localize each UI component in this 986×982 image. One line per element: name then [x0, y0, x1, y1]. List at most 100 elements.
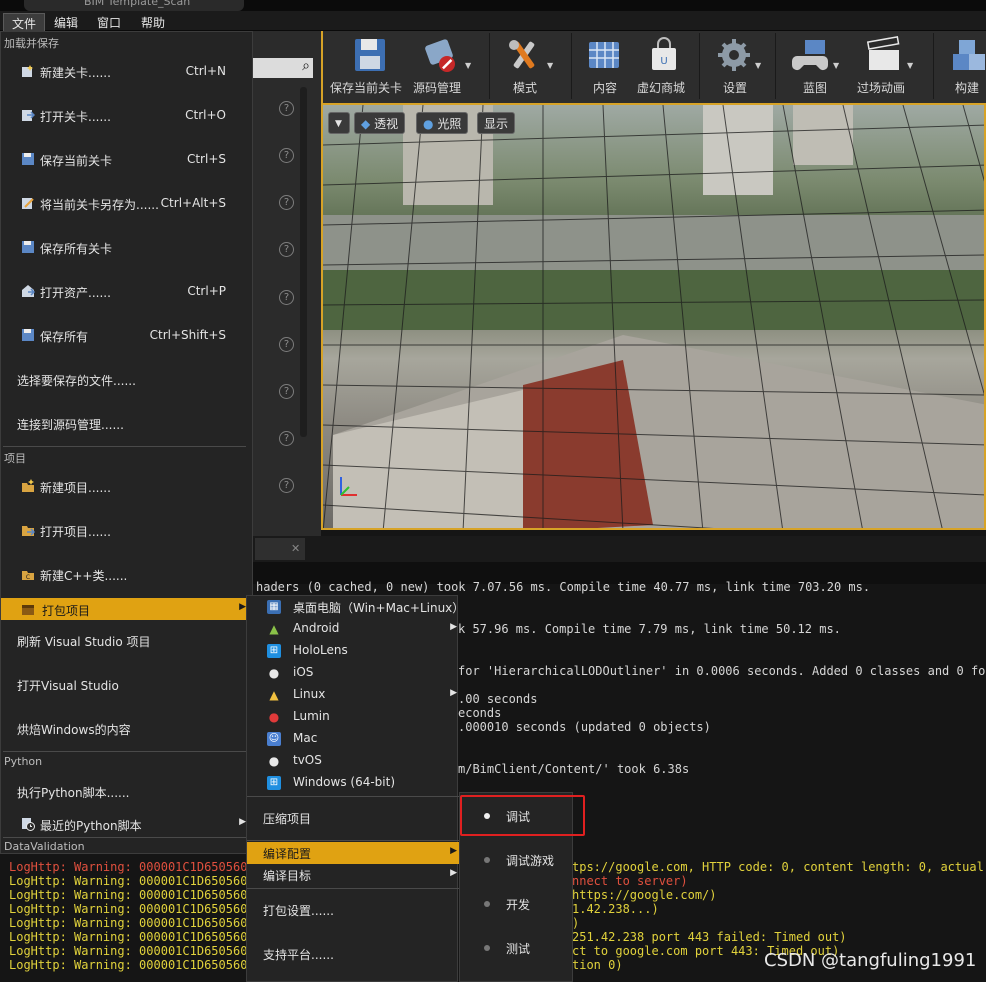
modes-button[interactable]: ▼ 模式: [491, 31, 571, 103]
cook-windows-content-item[interactable]: 烘焙Windows的内容: [1, 710, 252, 746]
panel-scrollbar[interactable]: [300, 87, 307, 437]
menu-edit[interactable]: 编辑: [46, 13, 86, 32]
help-icon[interactable]: ?: [279, 337, 294, 352]
source-control-button[interactable]: ▼ 源码管理: [413, 31, 489, 103]
new-cpp-label: 新建C++类......: [40, 569, 128, 583]
refresh-vs-project-item[interactable]: 刷新 Visual Studio 项目: [1, 622, 252, 658]
settings-button[interactable]: ▼ 设置: [701, 31, 773, 103]
platform-desktop-item[interactable]: ▦ 桌面电脑（Win+Mac+Linux）: [247, 596, 464, 618]
help-icon[interactable]: ?: [279, 478, 294, 493]
connect-source-control-item[interactable]: 连接到源码管理......: [1, 405, 252, 441]
log-line: tps://google.com, HTTP code: 0, content …: [572, 860, 986, 874]
close-icon[interactable]: ✕: [291, 542, 300, 555]
platform-windows-item[interactable]: ⊞ Windows (64-bit): [247, 772, 459, 794]
help-icon[interactable]: ?: [279, 242, 294, 257]
cinematics-button[interactable]: ▼ 过场动画: [853, 31, 931, 103]
config-test-item[interactable]: 测试: [460, 927, 572, 971]
packaging-settings-item[interactable]: 打包设置......: [247, 899, 459, 921]
chevron-down-icon[interactable]: ▼: [833, 61, 839, 70]
level-viewport[interactable]: ▼ ◆ 透视 ● 光照 显示: [321, 103, 986, 530]
platform-android-item[interactable]: ▲ Android ▶: [247, 618, 459, 640]
save-level-as-item[interactable]: 将当前关卡另存为...... Ctrl+Alt+S: [1, 185, 252, 221]
project-tab[interactable]: BIM Template_Scan: [24, 0, 244, 11]
search-icon[interactable]: ⌕: [302, 58, 310, 74]
platform-ios-item[interactable]: ● iOS: [247, 662, 459, 684]
open-project-item[interactable]: 打开项目......: [1, 512, 252, 548]
config-debug-game-item[interactable]: 调试游戏: [460, 839, 572, 883]
mac-finder-icon: ☺: [267, 732, 281, 746]
help-icon[interactable]: ?: [279, 290, 294, 305]
platform-hololens-item[interactable]: ⊞ HoloLens: [247, 640, 459, 662]
platform-tvos-item[interactable]: ● tvOS: [247, 750, 459, 772]
log-warning-prefix: LogHttp: Warning: 000001C1D6505600: [9, 958, 255, 972]
platform-lumin-item[interactable]: ● Lumin: [247, 706, 459, 728]
help-icon[interactable]: ?: [279, 431, 294, 446]
build-button[interactable]: 构建: [935, 31, 986, 103]
package-project-item[interactable]: 打包项目 ▶: [1, 598, 252, 620]
wrench-icon: [509, 40, 535, 69]
perspective-button[interactable]: ◆ 透视: [354, 112, 406, 134]
menu-help[interactable]: 帮助: [133, 13, 173, 32]
open-visual-studio-item[interactable]: 打开Visual Studio: [1, 666, 252, 702]
show-button[interactable]: 显示: [477, 112, 516, 134]
chevron-right-icon: ▶: [450, 846, 457, 856]
output-log-tab[interactable]: ✕: [255, 538, 305, 560]
chevron-down-icon[interactable]: ▼: [755, 61, 761, 70]
section-datavalidation: DataValidation: [4, 840, 85, 853]
chevron-right-icon: ▶: [450, 622, 457, 632]
zip-project-item[interactable]: 压缩项目: [247, 807, 459, 829]
open-level-item[interactable]: 打开关卡...... Ctrl+O: [1, 97, 252, 133]
config-development-item[interactable]: 开发: [460, 883, 572, 927]
help-icon[interactable]: ?: [279, 101, 294, 116]
save-all-levels-item[interactable]: 保存所有关卡: [1, 229, 252, 265]
config-test-label: 测试: [506, 942, 531, 956]
build-label: 构建: [955, 81, 980, 95]
open-asset-item[interactable]: 打开资产...... Ctrl+P: [1, 273, 252, 309]
platform-mac-item[interactable]: ☺ Mac: [247, 728, 459, 750]
platform-linux-label: Linux: [293, 687, 326, 701]
platform-linux-item[interactable]: ▲ Linux ▶: [247, 684, 459, 706]
menu-window[interactable]: 窗口: [89, 13, 129, 32]
chevron-down-icon[interactable]: ▼: [547, 61, 553, 70]
platform-desktop-label: 桌面电脑（Win+Mac+Linux）: [293, 601, 465, 615]
new-project-item[interactable]: 新建项目......: [1, 468, 252, 504]
log-line: 251.42.238 port 443 failed: Timed out): [572, 930, 847, 944]
supported-platforms-item[interactable]: 支持平台......: [247, 943, 459, 965]
lit-button[interactable]: ● 光照: [416, 112, 469, 134]
save-all-item[interactable]: 保存所有 Ctrl+Shift+S: [1, 317, 252, 353]
marketplace-label: 虚幻商城: [637, 81, 686, 95]
lumin-icon: ●: [268, 710, 280, 724]
new-cpp-class-item[interactable]: C 新建C++类......: [1, 556, 252, 592]
choose-files-to-save-item[interactable]: 选择要保存的文件......: [1, 361, 252, 397]
save-all-levels-icon: [22, 241, 34, 253]
build-configuration-label: 编译配置: [263, 847, 312, 861]
help-icon[interactable]: ?: [279, 148, 294, 163]
marketplace-button[interactable]: U 虚幻商城: [633, 31, 697, 103]
watermark-text: CSDN @tangfuling1991: [764, 950, 977, 971]
highlight-annotation-box: [460, 795, 585, 836]
build-configuration-item[interactable]: 编译配置 ▶: [247, 842, 459, 864]
blueprints-button[interactable]: ▼ 蓝图: [777, 31, 853, 103]
new-level-item[interactable]: 新建关卡...... Ctrl+N: [1, 53, 252, 89]
build-target-item[interactable]: 编译目标 ▶: [247, 864, 459, 886]
chevron-down-icon[interactable]: ▼: [907, 61, 913, 70]
chevron-down-icon[interactable]: ▼: [465, 61, 471, 70]
package-project-submenu: ▦ 桌面电脑（Win+Mac+Linux） ▲ Android ▶ ⊞ Holo…: [246, 595, 464, 982]
blueprints-label: 蓝图: [803, 81, 828, 95]
viewport-options-button[interactable]: ▼: [328, 112, 350, 134]
chevron-right-icon: ▶: [450, 688, 457, 698]
platform-lumin-label: Lumin: [293, 709, 330, 723]
content-button[interactable]: 内容: [573, 31, 633, 103]
cook-windows-label: 烘焙Windows的内容: [17, 723, 131, 737]
modes-label: 模式: [513, 81, 538, 95]
save-current-level-item[interactable]: 保存当前关卡 Ctrl+S: [1, 141, 252, 177]
execute-python-script-item[interactable]: 执行Python脚本......: [1, 773, 252, 809]
windows-icon: ⊞: [267, 776, 281, 790]
help-icon[interactable]: ?: [279, 384, 294, 399]
save-level-button[interactable]: 保存当前关卡: [329, 31, 413, 103]
new-level-label: 新建关卡......: [40, 66, 111, 80]
save-current-label: 保存当前关卡: [40, 154, 113, 168]
search-input[interactable]: ⌕: [253, 58, 313, 78]
help-icon[interactable]: ?: [279, 195, 294, 210]
cube-icon: ◆: [361, 117, 371, 131]
